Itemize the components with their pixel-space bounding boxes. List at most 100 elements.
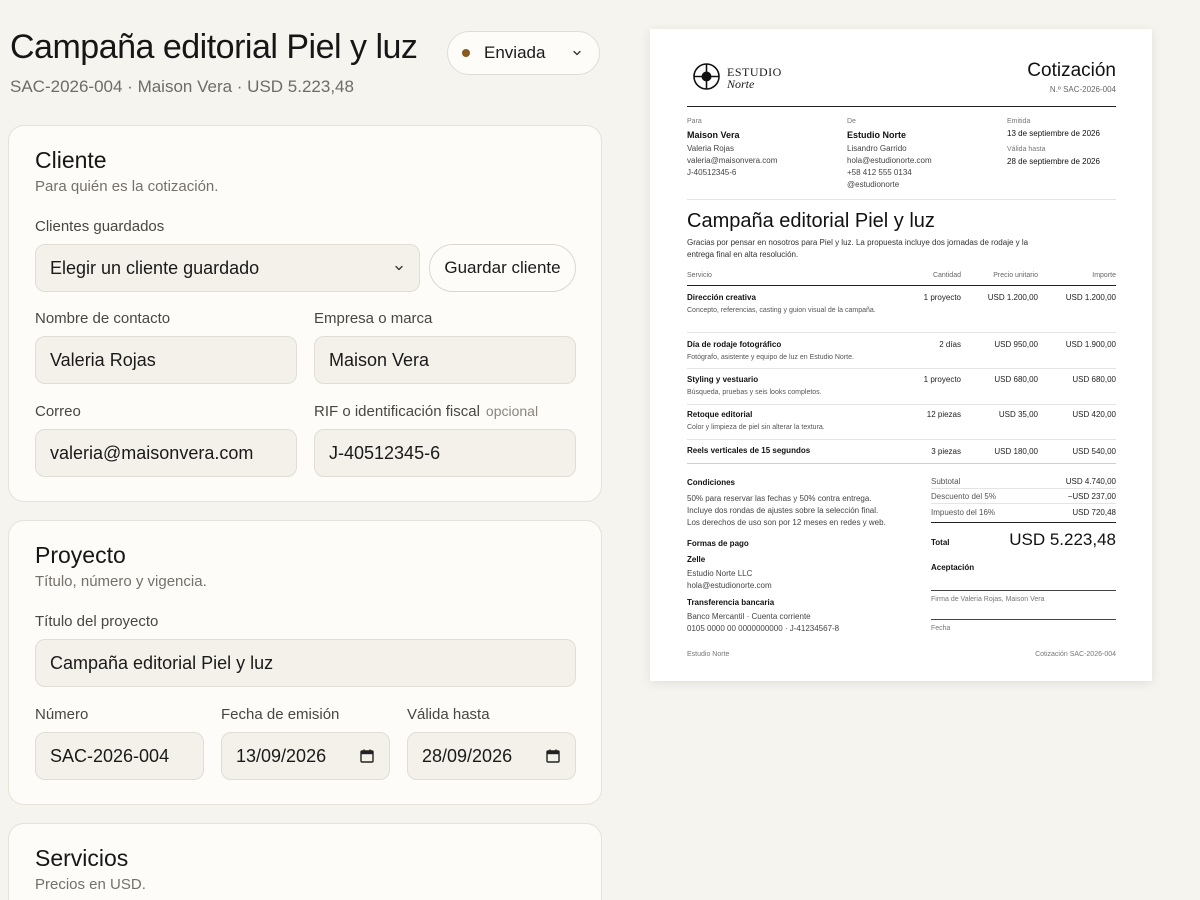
number-label: Número	[35, 706, 89, 723]
total-value: USD 5.223,48	[1009, 530, 1116, 549]
payment-1-line-2: hola@estudionorte.com	[687, 581, 772, 590]
project-title-input[interactable]: Campaña editorial Piel y luz	[35, 639, 576, 687]
from-company: Estudio Norte	[847, 130, 907, 140]
signature-label: Firma de Valeria Rojas, Maison Vera	[931, 596, 1045, 603]
subtotal-label: Subtotal	[931, 477, 961, 486]
total-label: Total	[931, 538, 950, 547]
date-line	[931, 619, 1116, 620]
valid-value: 28 de septiembre de 2026	[1007, 157, 1100, 166]
doc-number: N.º SAC-2026-004	[1049, 85, 1116, 94]
row-divider	[687, 404, 1116, 405]
doc-project-title: Campaña editorial Piel y luz	[687, 210, 935, 232]
to-company: Maison Vera	[687, 130, 740, 140]
company-label: Empresa o marca	[314, 310, 433, 327]
item-qty: 1 proyecto	[923, 375, 961, 384]
valid-until-label: Válida hasta	[407, 706, 490, 723]
signature-line	[931, 590, 1116, 591]
calendar-icon[interactable]	[545, 748, 561, 764]
status-dot-icon	[462, 49, 470, 57]
discount-value: −USD 237,00	[1067, 492, 1116, 501]
item-qty: 3 piezas	[931, 447, 961, 456]
chevron-down-icon	[573, 50, 581, 56]
col-unit-price: Precio unitario	[993, 272, 1038, 279]
studio-logo-icon	[693, 63, 720, 90]
item-unit: USD 1.200,00	[987, 293, 1038, 302]
services-card-title: Servicios	[35, 845, 129, 871]
item-qty: 1 proyecto	[923, 293, 961, 302]
item-amount: USD 1.900,00	[1065, 340, 1116, 349]
services-card-subtitle: Precios en USD.	[35, 876, 146, 893]
from-phone: +58 412 555 0134	[847, 168, 912, 177]
item-qty: 12 piezas	[926, 410, 961, 419]
item-qty: 2 días	[939, 340, 961, 349]
tax-label: Impuesto del 16%	[931, 508, 996, 517]
saved-clients-label: Clientes guardados	[35, 218, 165, 235]
totals-divider	[931, 503, 1116, 504]
contact-name-input[interactable]: Valeria Rojas	[35, 336, 297, 384]
status-label: Enviada	[484, 43, 546, 62]
saved-clients-select[interactable]: Elegir un cliente guardado	[35, 244, 420, 292]
item-unit: USD 35,00	[998, 410, 1038, 419]
item-name: Dirección creativa	[687, 293, 756, 302]
subtotal-value: USD 4.740,00	[1065, 477, 1116, 486]
item-amount: USD 1.200,00	[1065, 293, 1116, 302]
client-card: Cliente Para quién es la cotización. Cli…	[8, 125, 602, 502]
from-contact: Lisandro Garrido	[847, 144, 907, 153]
issue-date-input[interactable]: 13/09/2026	[221, 732, 390, 780]
project-title-label: Título del proyecto	[35, 613, 159, 630]
to-label: Para	[687, 118, 702, 125]
number-input[interactable]: SAC-2026-004	[35, 732, 204, 780]
issued-label: Emitida	[1007, 118, 1031, 125]
save-client-button[interactable]: Guardar cliente	[429, 244, 576, 292]
table-end-rule	[687, 463, 1116, 464]
discount-label: Descuento del 5%	[931, 492, 996, 501]
calendar-icon[interactable]	[359, 748, 375, 764]
saved-clients-value: Elegir un cliente guardado	[50, 257, 260, 278]
status-select[interactable]: Enviada	[447, 31, 600, 75]
row-divider	[687, 368, 1116, 369]
footer-right: Cotización SAC-2026-004	[1035, 651, 1116, 658]
to-contact: Valeria Rojas	[687, 144, 734, 153]
item-name: Styling y vestuario	[687, 375, 759, 384]
col-amount: Importe	[1092, 272, 1116, 279]
item-amount: USD 420,00	[1072, 410, 1116, 419]
valid-until-input[interactable]: 28/09/2026	[407, 732, 576, 780]
email-input[interactable]: valeria@maisonvera.com	[35, 429, 297, 477]
client-card-subtitle: Para quién es la cotización.	[35, 178, 219, 195]
issued-value: 13 de septiembre de 2026	[1007, 129, 1100, 138]
project-card-title: Proyecto	[35, 542, 126, 568]
condition-line: Incluye dos rondas de ajustes sobre la s…	[687, 506, 879, 515]
from-handle: @estudionorte	[847, 180, 900, 189]
tax-id-label: RIF o identificación fiscal opcional	[314, 403, 538, 420]
email-label: Correo	[35, 403, 81, 420]
acceptance-title: Aceptación	[931, 563, 975, 572]
col-service: Servicio	[687, 272, 712, 279]
payment-method-2: Transferencia bancaria	[687, 598, 775, 607]
payment-1-line-1: Estudio Norte LLC	[687, 569, 753, 578]
project-card: Proyecto Título, número y vigencia. Títu…	[8, 520, 602, 805]
footer-left: Estudio Norte	[687, 651, 730, 658]
payment-title: Formas de pago	[687, 539, 749, 548]
tax-id-label-text: RIF o identificación fiscal	[314, 403, 480, 420]
tax-id-input[interactable]: J-40512345-6	[314, 429, 576, 477]
contact-name-label: Nombre de contacto	[35, 310, 171, 327]
issue-date-label: Fecha de emisión	[221, 706, 340, 723]
from-label: De	[847, 118, 856, 125]
payment-2-line-1: Banco Mercantil · Cuenta corriente	[687, 612, 811, 621]
item-unit: USD 180,00	[994, 447, 1038, 456]
to-email: valeria@maisonvera.com	[687, 156, 778, 165]
services-card: Servicios Precios en USD.	[8, 823, 602, 900]
company-input[interactable]: Maison Vera	[314, 336, 576, 384]
to-tax-id: J-40512345-6	[687, 168, 737, 177]
issue-date-value: 13/09/2026	[236, 745, 327, 766]
item-amount: USD 680,00	[1072, 375, 1116, 384]
conditions-title: Condiciones	[687, 478, 736, 487]
row-divider	[687, 439, 1116, 440]
page-title: Campaña editorial Piel y luz	[10, 28, 418, 66]
doc-title: Cotización	[1027, 60, 1116, 81]
item-desc: Concepto, referencias, casting y guion v…	[687, 307, 876, 314]
payment-2-line-2: 0105 0000 00 0000000000 · J-41234567-8	[687, 624, 840, 633]
divider	[687, 199, 1116, 200]
totals-rule	[931, 522, 1116, 523]
page-subtitle: SAC-2026-004 · Maison Vera · USD 5.223,4…	[10, 77, 354, 96]
